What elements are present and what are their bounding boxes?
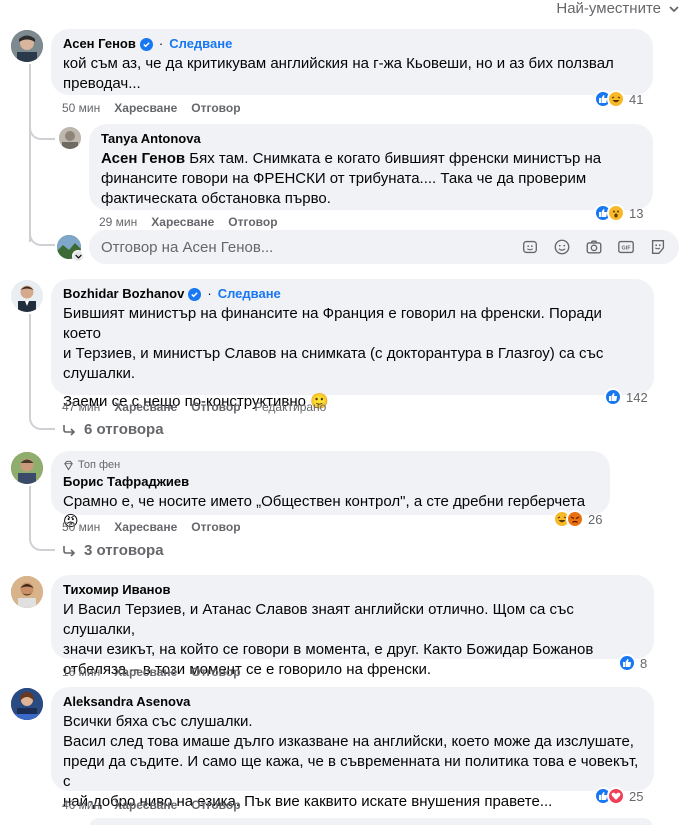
comment-time[interactable]: 46 мин [62,798,100,812]
reply-button[interactable]: Отговор [191,520,240,534]
reply-bubble: Tanya Antonova Асен Генов Бях там. Снимк… [89,124,653,210]
comment-actions: 46 мин Харесване Отговор [62,798,241,812]
top-fan-badge: Топ фен [63,458,598,472]
like-button[interactable]: Харесване [114,101,177,115]
reply-composer[interactable]: GIF [89,230,679,264]
comment-time[interactable]: 50 мин [62,101,100,115]
reply-button[interactable]: Отговор [228,215,277,229]
reaction-count: 26 [588,511,603,527]
comment-time[interactable]: 50 мин [62,520,100,534]
reaction-count: 8 [640,655,648,671]
reply-time[interactable]: 29 мин [99,215,137,229]
comment-bubble: Тихомир Иванов И Васил Терзиев, и Атанас… [51,575,654,678]
like-button[interactable]: Харесване [114,400,177,414]
reply-arrow-icon [63,424,76,436]
thread-line [29,314,31,416]
thread-elbow [29,118,55,140]
chevron-down-icon [669,5,679,12]
reaction-summary[interactable]: 142 [604,388,648,406]
comment-author[interactable]: Тихомир Иванов [63,582,170,598]
reply-text: Асен Генов Бях там. Снимката е когато би… [101,150,602,207]
follow-button[interactable]: Следване [218,286,281,302]
reply-button[interactable]: Отговор [191,400,240,414]
reply-actions: 29 мин Харесване Отговор [99,215,278,229]
view-replies-link[interactable]: 3 отговора [62,542,164,559]
avatar[interactable] [11,30,43,62]
comment-text: кой съм аз, че да критикувам английския … [63,55,614,92]
camera-icon[interactable] [585,238,603,256]
avatar-sticker-icon[interactable] [521,238,539,256]
avatar[interactable] [11,576,43,608]
sort-label: Най-уместните [556,0,661,17]
reaction-count: 142 [626,389,648,405]
like-button[interactable]: Харесване [114,520,177,534]
comment-bubble: Асен Генов · Следване кой съм аз, че да … [51,29,653,95]
comment-author[interactable]: Борис Тафраджиев [63,474,189,490]
avatar[interactable] [59,127,81,149]
diamond-icon [64,460,73,471]
comment-actions: 50 мин Харесване Отговор [62,101,241,115]
reaction-count: 41 [629,91,644,107]
thread-elbow [29,404,55,430]
next-comment-bubble-partial [89,818,653,825]
comment-bubble: Aleksandra Asenova Всички бяха със слуша… [51,687,654,810]
wow-reaction-icon [607,204,625,222]
reaction-count: 13 [629,205,644,221]
reply-button[interactable]: Отговор [191,665,240,679]
reply-author[interactable]: Tanya Antonova [101,131,201,147]
view-replies-link[interactable]: 6 отговора [62,421,164,438]
avatar-dropdown-icon[interactable] [72,250,84,262]
follow-button[interactable]: Следване [169,36,232,52]
comment-author[interactable]: Bozhidar Bozhanov [63,286,184,302]
like-reaction-icon [604,388,622,406]
reaction-summary[interactable]: 8 [618,654,647,672]
sticker-icon[interactable] [649,238,667,256]
sort-dropdown[interactable]: Най-уместните [556,0,679,17]
reply-button[interactable]: Отговор [191,101,240,115]
reply-input[interactable] [101,238,521,256]
comment-time[interactable]: 47 мин [62,400,100,414]
reaction-summary[interactable]: 13 [594,204,643,222]
comment-actions: 16 мин Харесване Отговор [62,665,241,679]
reaction-count: 25 [629,788,644,804]
like-reaction-icon [618,654,636,672]
like-button[interactable]: Харесване [151,215,214,229]
reaction-summary[interactable]: 26 [553,510,602,528]
comment-bubble: Bozhidar Bozhanov · Следване Бившият мин… [51,279,654,410]
comment-author[interactable]: Асен Генов [63,36,136,52]
mention-link[interactable]: Асен Генов [101,150,185,167]
haha-reaction-icon [607,90,625,108]
reply-button[interactable]: Отговор [191,798,240,812]
love-reaction-icon [607,787,625,805]
like-button[interactable]: Харесване [114,665,177,679]
comment-text: Бившият министър на финансите на Франция… [63,305,604,410]
like-button[interactable]: Харесване [114,798,177,812]
avatar[interactable] [11,688,43,720]
verified-badge-icon [139,37,153,51]
comment-text: Всички бяха със слушалки. Васил след тов… [63,713,639,810]
edited-label: Редактирано [254,400,327,414]
comment-actions: 50 мин Харесване Отговор [62,520,241,534]
comment-author[interactable]: Aleksandra Asenova [63,694,190,710]
svg-text:GIF: GIF [622,246,632,252]
comment-bubble: Топ фен Борис Тафраджиев Срамно е, че но… [51,451,610,530]
avatar[interactable] [11,280,43,312]
thread-elbow [29,526,55,551]
angry-reaction-icon [566,510,584,528]
emoji-icon[interactable] [553,238,571,256]
gif-icon[interactable]: GIF [617,238,635,256]
comment-time[interactable]: 16 мин [62,665,100,679]
reaction-summary[interactable]: 41 [594,90,643,108]
reply-arrow-icon [63,545,76,557]
thread-line [29,64,31,242]
reaction-summary[interactable]: 25 [594,787,643,805]
thread-elbow [29,222,55,246]
avatar[interactable] [11,452,43,484]
comment-actions: 47 мин Харесване Отговор Редактирано [62,400,326,414]
verified-badge-icon [188,287,202,301]
